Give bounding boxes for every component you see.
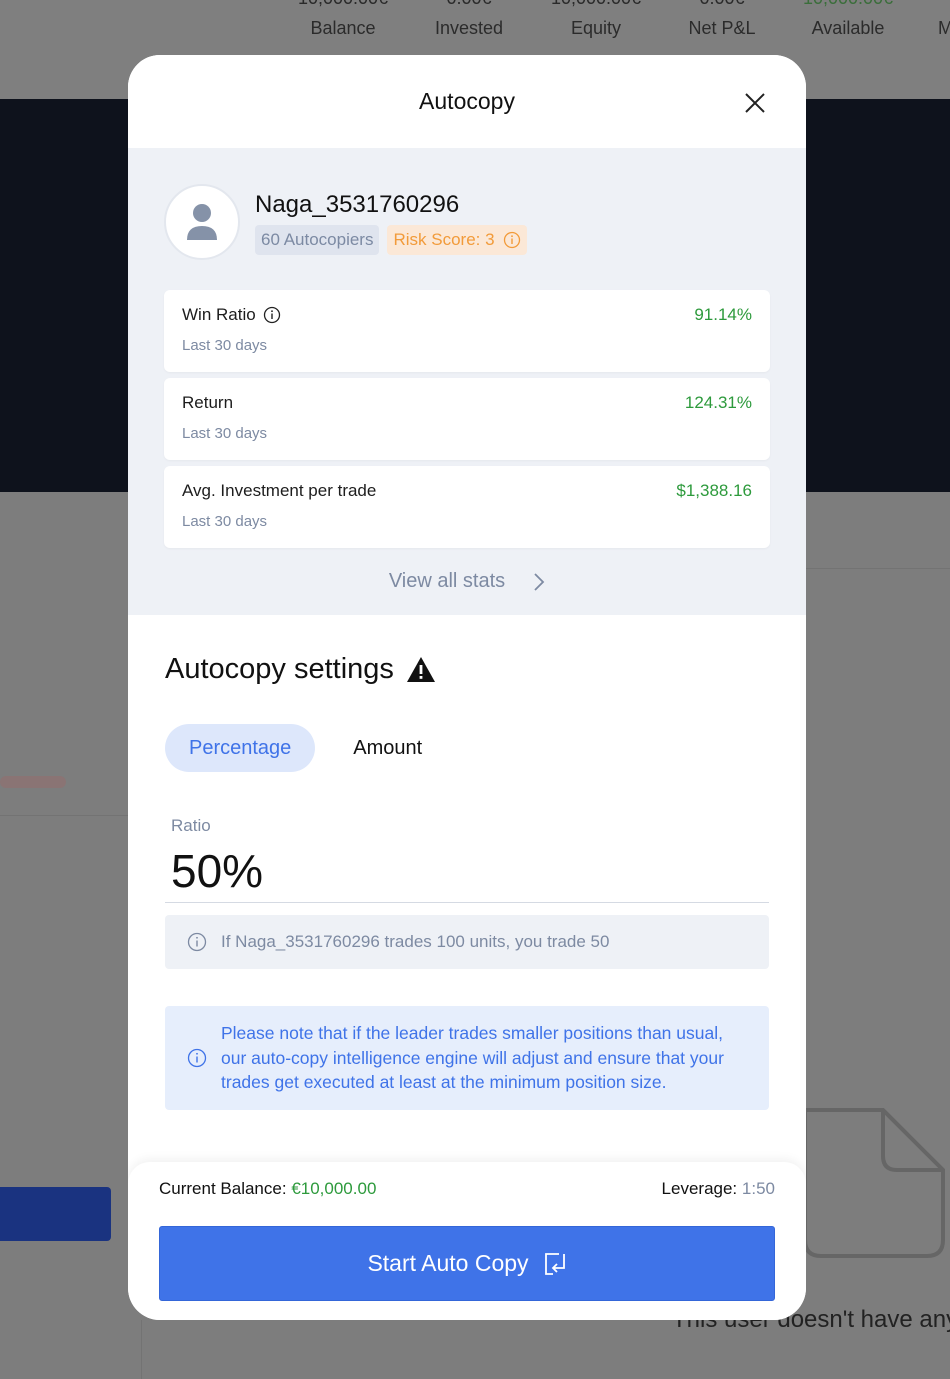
avg-investment-value: $1,388.16	[676, 481, 752, 500]
invested-value: 0.00€	[406, 0, 532, 9]
divider	[806, 568, 950, 569]
ratio-underline	[165, 902, 769, 903]
trader-stats: Win Ratio Last 30 days 91.14% Return Las…	[164, 290, 770, 548]
avatar	[164, 184, 240, 260]
stat-card-win-ratio: Win Ratio Last 30 days 91.14%	[164, 290, 770, 372]
info-icon[interactable]	[263, 306, 281, 324]
modal-title: Autocopy	[419, 88, 515, 114]
position-size-note-text: Please note that if the leader trades sm…	[221, 1023, 724, 1092]
trader-badges: 60 Autocopiers Risk Score: 3	[255, 225, 535, 255]
return-period: Last 30 days	[182, 425, 268, 442]
leverage-value: 1:50	[741, 1179, 775, 1198]
info-icon[interactable]	[503, 231, 521, 249]
net-pl-value: 0.00€	[659, 0, 785, 9]
invested-label: Invested	[434, 18, 504, 38]
net-pl-label: Net P&L	[688, 18, 756, 38]
amount-option[interactable]: Amount	[329, 724, 446, 772]
user-icon	[187, 204, 217, 240]
balance-value: 10,000.00€	[280, 0, 406, 9]
return-value: 124.31%	[684, 393, 752, 412]
ratio-input[interactable]: 50%	[171, 844, 769, 898]
ratio-hint: If Naga_3531760296 trades 100 units, you…	[165, 915, 769, 969]
trader-info: Naga_3531760296 60 Autocopiers Risk Scor…	[255, 189, 535, 255]
equity-value: 10,000.00€	[533, 0, 659, 9]
view-all-stats-link[interactable]: View all stats	[164, 570, 770, 593]
trader-profile-section: Naga_3531760296 60 Autocopiers Risk Scor…	[128, 148, 806, 615]
divider	[0, 815, 128, 816]
autocopy-settings: Autocopy settings Percentage Amount Rati…	[128, 615, 806, 1110]
start-auto-copy-button[interactable]: Start Auto Copy	[159, 1226, 775, 1301]
percentage-option[interactable]: Percentage	[165, 724, 316, 772]
current-balance: Current Balance: €10,000.00	[159, 1179, 376, 1199]
avg-investment-period: Last 30 days	[182, 513, 268, 530]
info-icon	[187, 932, 207, 952]
leverage: Leverage: 1:50	[662, 1179, 775, 1199]
available-label: Available	[811, 18, 885, 38]
autocopy-modal: Autocopy Naga_3531760296 60 Autocopiers	[128, 55, 806, 1320]
info-icon	[187, 1048, 207, 1067]
more-label: M	[938, 18, 950, 38]
modal-header: Autocopy	[128, 55, 806, 148]
progress-pill	[0, 776, 66, 788]
close-icon[interactable]	[742, 90, 768, 116]
current-balance-value: €10,000.00	[291, 1179, 377, 1198]
current-balance-label: Current Balance:	[159, 1179, 287, 1198]
autocopiers-badge: 60 Autocopiers	[255, 225, 380, 255]
settings-title: Autocopy settings	[165, 653, 769, 686]
win-ratio-label: Win Ratio	[182, 305, 256, 324]
stat-card-avg-investment: Avg. Investment per trade Last 30 days $…	[164, 466, 770, 548]
chevron-right-icon	[534, 572, 545, 591]
view-all-stats-label: View all stats	[388, 570, 506, 592]
ratio-field[interactable]: Ratio 50%	[165, 816, 769, 903]
autocopiers-count: 60 Autocopiers	[261, 230, 374, 249]
available-value: 10,000.00€	[785, 0, 911, 9]
avg-investment-label: Avg. Investment per trade	[182, 481, 377, 500]
leverage-label: Leverage:	[661, 1179, 738, 1198]
position-size-note: Please note that if the leader trades sm…	[165, 1006, 769, 1110]
stat-label: Win Ratio	[182, 305, 281, 325]
divider	[141, 1320, 142, 1379]
risk-score-badge[interactable]: Risk Score: 3	[387, 225, 527, 255]
background-button[interactable]	[0, 1187, 111, 1241]
warning-icon[interactable]	[406, 656, 436, 683]
modal-footer: Current Balance: €10,000.00 Leverage: 1:…	[128, 1162, 806, 1320]
start-auto-copy-label: Start Auto Copy	[367, 1250, 529, 1276]
win-ratio-period: Last 30 days	[182, 337, 268, 354]
balance-label: Balance	[310, 18, 376, 38]
stat-card-return: Return Last 30 days 124.31%	[164, 378, 770, 460]
trader-name[interactable]: Naga_3531760296	[255, 191, 535, 219]
copy-enter-icon	[544, 1252, 565, 1275]
ratio-label: Ratio	[171, 816, 211, 835]
trader-header: Naga_3531760296 60 Autocopiers Risk Scor…	[164, 184, 770, 260]
empty-document-icon	[803, 1108, 945, 1258]
return-label: Return	[182, 393, 234, 412]
settings-title-text: Autocopy settings	[165, 653, 394, 685]
risk-score-label: Risk Score: 3	[393, 230, 495, 249]
ratio-hint-text: If Naga_3531760296 trades 100 units, you…	[221, 932, 610, 951]
equity-label: Equity	[570, 18, 622, 38]
win-ratio-value: 91.14%	[694, 305, 752, 324]
copy-mode-toggle: Percentage Amount	[165, 724, 769, 772]
